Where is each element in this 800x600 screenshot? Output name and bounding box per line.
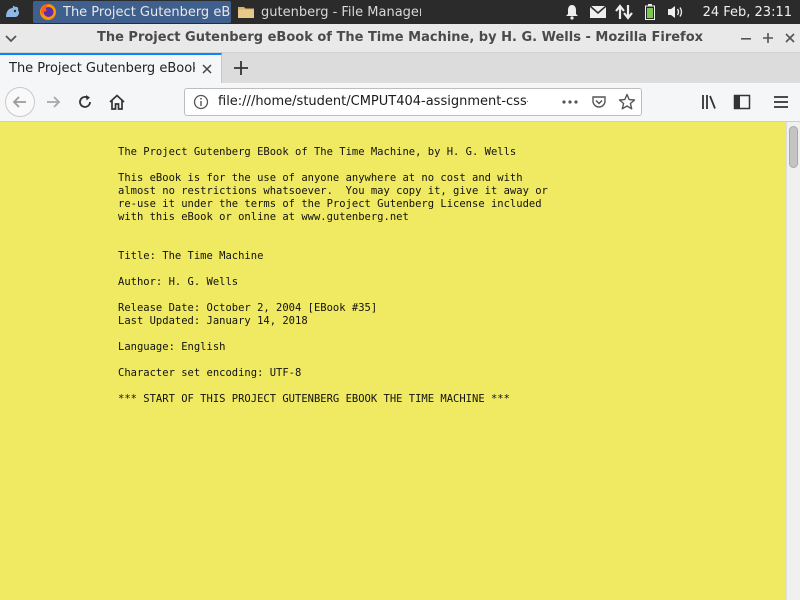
text-line: with this eBook or online at www.gutenbe… bbox=[118, 211, 409, 223]
vertical-scrollbar[interactable] bbox=[786, 122, 800, 600]
text-line: *** START OF THIS PROJECT GUTENBERG EBOO… bbox=[118, 393, 510, 405]
reload-icon[interactable] bbox=[73, 90, 97, 114]
system-tray: 24 Feb, 23:11 bbox=[559, 0, 800, 24]
url-main: file:///home/student/CMPUT404-assignment… bbox=[218, 94, 528, 109]
navigation-toolbar: file:///home/student/CMPUT404-assignment… bbox=[0, 83, 800, 122]
tab-strip: The Project Gutenberg eBook of T bbox=[0, 53, 800, 83]
network-arrows-icon[interactable] bbox=[614, 3, 633, 21]
text-line: This eBook is for the use of anyone anyw… bbox=[118, 172, 523, 184]
tab-active[interactable]: The Project Gutenberg eBook of T bbox=[0, 53, 222, 83]
volume-icon[interactable] bbox=[667, 3, 685, 21]
taskbar-item-label: gutenberg - File Manager bbox=[261, 4, 421, 20]
back-button-icon[interactable] bbox=[5, 87, 35, 117]
text-line: Last Updated: January 14, 2018 bbox=[118, 315, 308, 327]
window-title: The Project Gutenberg eBook of The Time … bbox=[96, 30, 704, 45]
taskbar-item-label: The Project Gutenberg eBoo... bbox=[63, 4, 231, 20]
text-line: The Project Gutenberg EBook of The Time … bbox=[118, 146, 517, 158]
page-info-icon[interactable] bbox=[193, 94, 209, 110]
page-content: The Project Gutenberg EBook of The Time … bbox=[0, 122, 786, 600]
tab-label: The Project Gutenberg eBook of T bbox=[9, 61, 195, 76]
mail-icon[interactable] bbox=[589, 3, 607, 21]
battery-icon[interactable] bbox=[641, 3, 659, 21]
ebook-text: The Project Gutenberg EBook of The Time … bbox=[118, 146, 548, 406]
text-line: Character set encoding: UTF-8 bbox=[118, 367, 302, 379]
text-line: Release Date: October 2, 2004 [EBook #35… bbox=[118, 302, 378, 314]
sidebar-icon[interactable] bbox=[730, 90, 754, 114]
home-icon[interactable] bbox=[105, 90, 129, 114]
text-line: Title: The Time Machine bbox=[118, 250, 264, 262]
desktop-panel: The Project Gutenberg eBoo... gutenberg … bbox=[0, 0, 800, 24]
tab-close-icon[interactable] bbox=[199, 61, 215, 77]
pocket-icon[interactable] bbox=[591, 94, 607, 110]
url-text[interactable]: file:///home/student/CMPUT404-assignment… bbox=[218, 94, 528, 109]
maximize-icon[interactable] bbox=[760, 30, 776, 46]
library-icon[interactable] bbox=[698, 90, 722, 114]
window-titlebar[interactable]: The Project Gutenberg eBook of The Time … bbox=[0, 24, 800, 53]
minimize-icon[interactable] bbox=[738, 30, 754, 46]
hamburger-menu-icon[interactable] bbox=[769, 90, 793, 114]
text-line: re-use it under the terms of the Project… bbox=[118, 198, 542, 210]
url-bar[interactable]: file:///home/student/CMPUT404-assignment… bbox=[184, 88, 642, 116]
bookmark-star-icon[interactable] bbox=[618, 93, 636, 111]
taskbar-item-file-manager[interactable]: gutenberg - File Manager bbox=[231, 1, 421, 23]
forward-button-icon[interactable] bbox=[41, 90, 65, 114]
folder-icon bbox=[237, 3, 255, 21]
clock[interactable]: 24 Feb, 23:11 bbox=[703, 5, 792, 20]
firefox-icon bbox=[39, 3, 57, 21]
close-icon[interactable] bbox=[782, 30, 798, 46]
scrollbar-thumb[interactable] bbox=[789, 126, 798, 168]
taskbar-item-firefox[interactable]: The Project Gutenberg eBoo... bbox=[33, 1, 231, 23]
text-line: almost no restrictions whatsoever. You m… bbox=[118, 185, 548, 197]
text-line: Author: H. G. Wells bbox=[118, 276, 239, 288]
page-actions-icon[interactable] bbox=[561, 94, 579, 110]
text-line: Language: English bbox=[118, 341, 226, 353]
new-tab-icon[interactable] bbox=[230, 57, 252, 79]
whisker-menu-icon[interactable] bbox=[3, 3, 23, 21]
bell-icon[interactable] bbox=[563, 3, 581, 21]
